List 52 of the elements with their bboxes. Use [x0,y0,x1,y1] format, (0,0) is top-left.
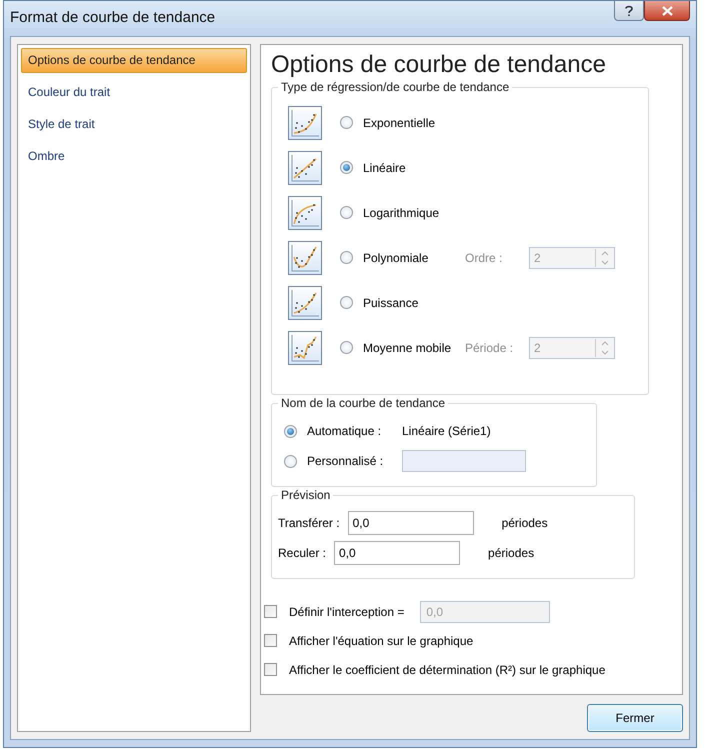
sidebar-item[interactable]: Style de trait [21,112,247,137]
help-button[interactable] [614,1,644,21]
option-label: Automatique : [307,424,382,438]
option-label: Personnalisé : [307,454,384,468]
checkbox[interactable] [264,634,277,647]
radio-button[interactable] [340,116,353,129]
option-label: Polynomiale [363,250,430,264]
sidebar-item[interactable]: Couleur du trait [21,80,247,105]
radio-button[interactable] [340,251,353,264]
group-title: Prévision [278,488,334,502]
radio-button[interactable] [340,206,353,219]
option-label: Logarithmique [363,206,440,220]
trendline-name: Linéaire (Série1) [402,424,491,438]
option-label: Linéaire [363,160,407,174]
radio-button[interactable] [284,454,297,468]
group-title: Type de régression/de courbe de tendance [278,80,512,94]
unit-label: périodes [502,516,548,530]
checkbox-label: Afficher le coefficient de détermination (R²) sur le graphique [289,662,606,676]
checkbox[interactable] [264,605,277,618]
window-title: Format de courbe de tendance [10,8,216,26]
checkbox-label: Afficher l'équation sur le graphique [289,634,474,648]
trend-chart-icon [288,196,322,230]
sidebar-item[interactable]: Options de courbe de tendance [21,48,247,73]
close-icon [662,6,672,16]
trend-chart-icon [288,330,322,364]
param-label: Ordre : [465,250,504,264]
option-label: Moyenne mobile [363,340,452,354]
field-label: Reculer : [278,546,326,560]
trend-chart-icon [288,286,322,320]
trend-chart-icon [288,240,322,274]
name-input[interactable] [402,450,526,472]
param-label: Période : [465,340,514,354]
field-label: Transférer : [278,516,340,530]
option-label: Puissance [363,296,420,310]
trend-chart-icon [288,150,322,184]
unit-label: périodes [488,546,534,560]
panel-heading: Options de courbe de tendance [271,51,607,79]
radio-button[interactable] [284,424,297,438]
period-input[interactable]: 0,0 [334,541,460,565]
period-input[interactable]: 0,0 [348,511,474,535]
sidebar-item[interactable]: Ombre [21,144,247,169]
option-label: Exponentielle [363,116,436,130]
help-icon [624,4,634,16]
trend-chart-icon [288,106,322,140]
close-dialog-button[interactable]: Fermer [587,704,683,732]
close-button[interactable] [644,1,690,21]
radio-button[interactable] [340,296,353,309]
radio-button[interactable] [340,341,353,354]
group-title: Nom de la courbe de tendance [278,396,448,410]
checkbox-label: Définir l'interception = [289,604,404,618]
checkbox[interactable] [264,663,277,676]
radio-button[interactable] [340,161,353,174]
